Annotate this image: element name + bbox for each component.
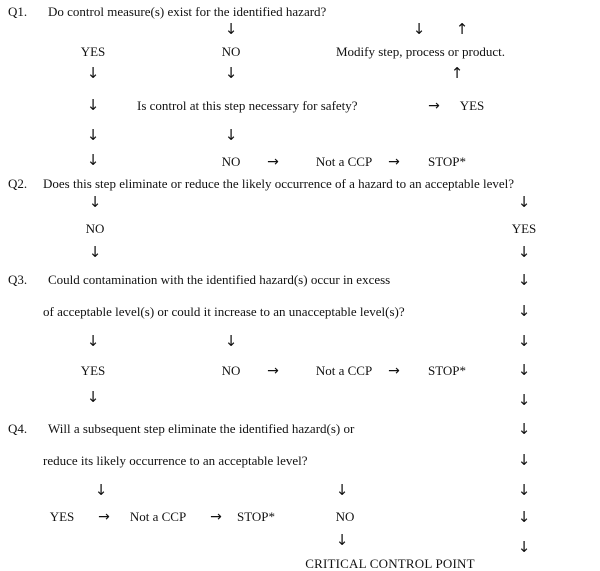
arrow-down-icon-q2-yes-11: ↓: [517, 508, 531, 526]
question-label-q1: Q1.: [8, 4, 28, 19]
arrow-down-icon-q2-yes-4: ↓: [517, 302, 531, 320]
arrow-right-icon-row2-a: →: [267, 363, 279, 379]
answer-q4-yes: YES: [49, 509, 75, 524]
arrow-down-icon-q1-yes-2: ↓: [86, 96, 100, 114]
arrow-down-icon-q3-yes-1: ↓: [86, 332, 100, 350]
question-text-q4-line2: reduce its likely occurrence to an accep…: [43, 453, 308, 468]
answer-q1-yes: YES: [80, 44, 106, 59]
question-label-q4: Q4.: [8, 421, 28, 436]
arrow-down-icon-q2-yes-10: ↓: [517, 481, 531, 499]
arrow-down-icon-to-modify: ↓: [412, 20, 426, 38]
answer-q3-no: NO: [221, 363, 241, 378]
outcome-not-a-ccp-row3: Not a CCP: [129, 509, 187, 524]
arrow-down-icon-q4-yes-1: ↓: [94, 481, 108, 499]
question-text-q3-line2: of acceptable level(s) or could it incre…: [43, 304, 405, 319]
question-text-q2: Does this step eliminate or reduce the l…: [43, 176, 515, 191]
arrow-down-icon-q1-yes-4: ↓: [86, 151, 100, 169]
arrow-down-icon-q2-yes-12: ↓: [517, 538, 531, 556]
arrow-down-icon-q2-yes-6: ↓: [517, 361, 531, 379]
arrow-down-icon-q2-yes-9: ↓: [517, 451, 531, 469]
arrow-right-icon-sub-question-yes: →: [428, 98, 440, 114]
outcome-stop-row3: STOP*: [236, 509, 276, 524]
arrow-right-icon-row1-a: →: [267, 154, 279, 170]
answer-q2-no: NO: [85, 221, 105, 236]
outcome-critical-control-point: CRITICAL CONTROL POINT: [305, 556, 475, 571]
answer-q2-yes: YES: [511, 221, 537, 236]
arrow-right-icon-row3-a: →: [98, 509, 110, 525]
question-text-q3-line1: Could contamination with the identified …: [48, 272, 391, 287]
sub-question-answer-yes: YES: [459, 98, 485, 113]
arrow-right-icon-row1-b: →: [388, 154, 400, 170]
arrow-down-icon-q2-yes-5: ↓: [517, 332, 531, 350]
arrow-down-icon-q2-yes-2: ↓: [517, 243, 531, 261]
question-text-q1: Do control measure(s) exist for the iden…: [48, 4, 327, 19]
arrow-down-icon-q4-no-2: ↓: [335, 531, 349, 549]
outcome-not-a-ccp-row2: Not a CCP: [315, 363, 373, 378]
arrow-down-icon-q2-yes-7: ↓: [517, 391, 531, 409]
modify-step-process-product: Modify step, process or product.: [336, 44, 505, 59]
arrow-up-icon-from-yes: ↑: [450, 64, 464, 82]
haccp-decision-tree: Q1. Do control measure(s) exist for the …: [0, 0, 600, 571]
outcome-stop-row2: STOP*: [427, 363, 467, 378]
arrow-down-icon-q2-yes-8: ↓: [517, 420, 531, 438]
arrow-down-icon-q2-no-2: ↓: [88, 243, 102, 261]
outcome-stop-row1: STOP*: [427, 154, 467, 169]
answer-q1-no: NO: [221, 44, 241, 59]
answer-q4-no: NO: [335, 509, 355, 524]
arrow-down-icon-q1-yes-1: ↓: [86, 64, 100, 82]
arrow-down-icon-q2-yes-3: ↓: [517, 271, 531, 289]
arrow-right-icon-row2-b: →: [388, 363, 400, 379]
sub-question-answer-no: NO: [221, 154, 241, 169]
question-label-q3: Q3.: [8, 272, 28, 287]
arrow-down-icon-q1-no-1: ↓: [224, 64, 238, 82]
sub-question-text: Is control at this step necessary for sa…: [137, 98, 358, 113]
outcome-not-a-ccp-row1: Not a CCP: [315, 154, 373, 169]
arrow-down-icon-q3-yes-2: ↓: [86, 388, 100, 406]
arrow-up-icon-modify-return: ↑: [455, 20, 469, 38]
arrow-down-icon-q1-yes-3: ↓: [86, 126, 100, 144]
answer-q3-yes: YES: [80, 363, 106, 378]
question-text-q4-line1: Will a subsequent step eliminate the ide…: [48, 421, 355, 436]
arrow-down-icon-q3-no-1: ↓: [224, 332, 238, 350]
question-label-q2: Q2.: [8, 176, 28, 191]
arrow-down-icon-q2-no-1: ↓: [88, 193, 102, 211]
arrow-down-icon-sub-question-no: ↓: [224, 126, 238, 144]
arrow-down-icon-q1-no: ↓: [224, 20, 238, 38]
arrow-down-icon-q4-no-1: ↓: [335, 481, 349, 499]
arrow-down-icon-q2-yes-1: ↓: [517, 193, 531, 211]
arrow-right-icon-row3-b: →: [210, 509, 222, 525]
